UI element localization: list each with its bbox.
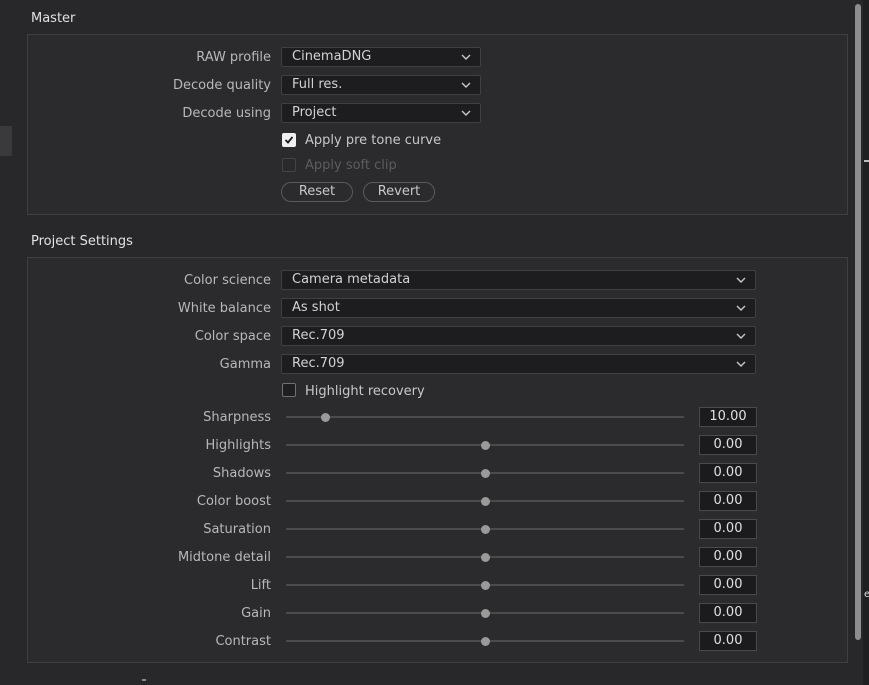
apply-soft-clip-label: Apply soft clip [305,158,397,173]
apply-pre-tone-curve-checkbox[interactable] [282,133,296,147]
color-boost-value-field[interactable]: 0.00 [699,491,757,511]
shadows-value-field[interactable]: 0.00 [699,463,757,483]
white-balance-label: White balance [177,301,271,316]
color-science-label: Color science [184,273,271,288]
decode-using-dropdown[interactable]: Project [281,103,481,123]
chevron-down-icon [736,333,746,339]
saturation-slider-handle[interactable] [480,524,490,534]
lift-value-field[interactable]: 0.00 [699,575,757,595]
sharpness-label: Sharpness [203,410,271,425]
apply-pre-tone-curve-label: Apply pre tone curve [305,133,442,148]
lift-slider-handle[interactable] [480,580,490,590]
chevron-down-icon [736,277,746,283]
decode-using-label: Decode using [182,106,271,121]
right-panel-edge [863,0,869,685]
scrollbar-thumb[interactable] [855,4,861,640]
white-balance-dropdown[interactable]: As shot [281,298,756,318]
white-balance-value: As shot [292,300,340,315]
raw-profile-dropdown[interactable]: CinemaDNG [281,47,481,67]
chevron-down-icon [461,54,471,60]
chevron-down-icon [461,82,471,88]
right-panel-tick [864,160,869,162]
checkmark-icon [284,136,294,144]
revert-button[interactable]: Revert [363,182,435,202]
decode-using-value: Project [292,105,337,120]
contrast-value-field[interactable]: 0.00 [699,631,757,651]
next-section-hint [142,679,146,681]
color-boost-label: Color boost [196,494,271,509]
gain-value-field[interactable]: 0.00 [699,603,757,623]
highlights-label: Highlights [205,438,271,453]
saturation-label: Saturation [203,522,271,537]
reset-button[interactable]: Reset [281,182,353,202]
contrast-label: Contrast [215,634,271,649]
highlight-recovery-checkbox[interactable] [282,383,296,397]
apply-soft-clip-checkbox[interactable] [282,158,296,172]
color-science-value: Camera metadata [292,272,411,287]
decode-quality-label: Decode quality [173,78,271,93]
lift-label: Lift [250,578,271,593]
color-space-dropdown[interactable]: Rec.709 [281,326,756,346]
color-science-dropdown[interactable]: Camera metadata [281,270,756,290]
saturation-value-field[interactable]: 0.00 [699,519,757,539]
midtone-detail-slider-handle[interactable] [480,552,490,562]
color-space-value: Rec.709 [292,328,345,343]
highlight-recovery-label: Highlight recovery [305,384,425,399]
shadows-label: Shadows [212,466,271,481]
decode-quality-value: Full res. [292,77,343,92]
sharpness-slider-track[interactable] [286,416,684,418]
chevron-down-icon [736,361,746,367]
project-settings-section-title: Project Settings [31,234,133,249]
master-section-title: Master [31,11,76,26]
left-panel-edge [0,126,12,156]
right-panel-label: e [864,589,869,600]
gamma-label: Gamma [219,357,271,372]
midtone-detail-label: Midtone detail [177,550,271,565]
shadows-slider-handle[interactable] [480,468,490,478]
decode-quality-dropdown[interactable]: Full res. [281,75,481,95]
chevron-down-icon [461,110,471,116]
color-space-label: Color space [194,329,271,344]
gain-slider-handle[interactable] [480,608,490,618]
sharpness-slider-handle[interactable] [321,412,331,422]
gamma-dropdown[interactable]: Rec.709 [281,354,756,374]
gain-label: Gain [241,606,271,621]
contrast-slider-handle[interactable] [480,636,490,646]
gamma-value: Rec.709 [292,356,345,371]
midtone-detail-value-field[interactable]: 0.00 [699,547,757,567]
chevron-down-icon [736,305,746,311]
raw-profile-value: CinemaDNG [292,49,372,64]
raw-profile-label: RAW profile [196,50,271,65]
color-boost-slider-handle[interactable] [480,496,490,506]
highlights-value-field[interactable]: 0.00 [699,435,757,455]
sharpness-value-field[interactable]: 10.00 [699,407,757,427]
highlights-slider-handle[interactable] [480,440,490,450]
